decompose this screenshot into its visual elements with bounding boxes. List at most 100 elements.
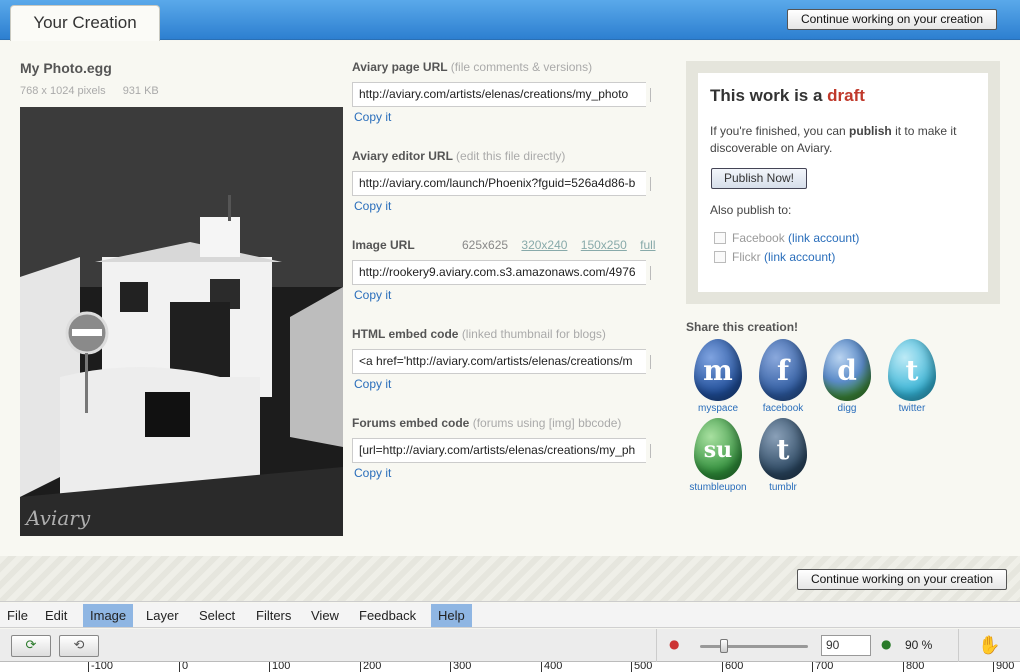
menu-layer[interactable]: Layer xyxy=(139,604,186,627)
ruler-tick: 400 xyxy=(541,662,562,672)
draft-description: If you're finished, you can publish it t… xyxy=(710,123,980,157)
html-embed-field-edge xyxy=(650,355,651,369)
menu-file[interactable]: File xyxy=(0,604,35,627)
facebook-publish-checkbox[interactable] xyxy=(714,232,726,244)
forums-embed-field-edge xyxy=(650,444,651,458)
draft-panel: This work is a draft If you're finished,… xyxy=(686,61,1000,304)
zoom-slider[interactable] xyxy=(700,639,808,653)
ruler-tick: 900 xyxy=(993,662,1014,672)
page-url-label-text: Aviary page URL xyxy=(352,60,448,74)
file-meta: 768 x 1024 pixels 931 KB xyxy=(20,85,159,97)
share-tumblr[interactable]: t tumblr xyxy=(751,418,815,493)
zoom-in-icon[interactable]: ● xyxy=(881,637,891,651)
zoom-out-icon[interactable]: ● xyxy=(669,637,679,651)
image-size-320x240-link[interactable]: 320x240 xyxy=(521,238,567,252)
photo-illustration xyxy=(20,107,343,536)
image-size-options: 625x625 320x240 150x250 full xyxy=(462,238,656,252)
flickr-publish-checkbox[interactable] xyxy=(714,251,726,263)
html-embed-label-text: HTML embed code xyxy=(352,327,459,341)
share-stumbleupon-label: stumbleupon xyxy=(689,482,747,493)
menu-help[interactable]: Help xyxy=(431,604,472,627)
tab-your-creation[interactable]: Your Creation xyxy=(10,5,160,41)
facebook-icon: f xyxy=(759,339,807,401)
share-twitter[interactable]: t twitter xyxy=(880,339,944,414)
menu-view[interactable]: View xyxy=(304,604,346,627)
image-size-full-link[interactable]: full xyxy=(640,238,655,252)
publish-flickr-row: Flickr (link account) xyxy=(714,250,835,264)
flickr-link-account[interactable]: (link account) xyxy=(764,250,835,264)
image-size-150x250-link[interactable]: 150x250 xyxy=(581,238,627,252)
zoom-percent-label: 90 % xyxy=(905,638,933,652)
horizontal-ruler: -100 0 100 200 300 400 500 600 700 800 900 xyxy=(0,662,1020,672)
menu-image[interactable]: Image xyxy=(83,604,134,627)
menu-filters[interactable]: Filters xyxy=(249,604,298,627)
share-twitter-label: twitter xyxy=(898,403,926,414)
publish-now-button[interactable]: Publish Now! xyxy=(711,168,807,189)
forums-embed-label-text: Forums embed code xyxy=(352,416,470,430)
page-url-label: Aviary page URL (file comments & version… xyxy=(352,60,592,74)
image-url-field-edge xyxy=(650,266,651,280)
ruler-tick: 500 xyxy=(631,662,652,672)
html-embed-hint: (linked thumbnail for blogs) xyxy=(461,327,606,341)
continue-working-button-bottom[interactable]: Continue working on your creation xyxy=(797,569,1007,590)
share-myspace[interactable]: m myspace xyxy=(686,339,750,414)
editor-toolbar: ⟳ ⟲ ● 90 ● 90 % ✋ xyxy=(0,629,1020,662)
image-url-label: Image URL xyxy=(352,238,415,252)
copy-page-url-link[interactable]: Copy it xyxy=(354,110,391,124)
editor-url-label: Aviary editor URL (edit this file direct… xyxy=(352,149,565,163)
top-bar: Your Creation Continue working on your c… xyxy=(0,0,1020,41)
redo-icon[interactable]: ⟳ xyxy=(11,635,51,657)
copy-html-embed-link[interactable]: Copy it xyxy=(354,377,391,391)
ruler-tick: -100 xyxy=(88,662,113,672)
share-facebook-label: facebook xyxy=(762,403,804,414)
share-stumbleupon[interactable]: su stumbleupon xyxy=(686,418,750,493)
image-url-field[interactable]: http://rookery9.aviary.com.s3.amazonaws.… xyxy=(352,260,646,285)
zoom-controls: ● 90 ● 90 % xyxy=(656,629,956,662)
undo-icon[interactable]: ⟲ xyxy=(59,635,99,657)
copy-forums-embed-link[interactable]: Copy it xyxy=(354,466,391,480)
zoom-level-input[interactable]: 90 xyxy=(821,635,871,656)
digg-icon: d xyxy=(823,339,871,401)
share-digg-label: digg xyxy=(837,403,857,414)
editor-url-hint: (edit this file directly) xyxy=(456,149,566,163)
file-size: 931 KB xyxy=(122,85,159,97)
also-publish-label: Also publish to: xyxy=(710,203,792,217)
ruler-tick: 200 xyxy=(360,662,381,672)
share-tumblr-label: tumblr xyxy=(769,482,797,493)
ruler-tick: 100 xyxy=(269,662,290,672)
continue-working-button-top[interactable]: Continue working on your creation xyxy=(787,9,997,30)
ruler-tick: 0 xyxy=(179,662,188,672)
menu-select[interactable]: Select xyxy=(192,604,242,627)
ruler-tick: 800 xyxy=(903,662,924,672)
html-embed-field[interactable]: <a href='http://aviary.com/artists/elena… xyxy=(352,349,646,374)
editor-url-label-text: Aviary editor URL xyxy=(352,149,453,163)
forums-embed-label: Forums embed code (forums using [img] bb… xyxy=(352,416,621,430)
stumbleupon-icon: su xyxy=(694,418,742,480)
file-title: My Photo.egg xyxy=(20,60,112,76)
twitter-icon: t xyxy=(888,339,936,401)
ruler-tick: 700 xyxy=(812,662,833,672)
page-url-field[interactable]: http://aviary.com/artists/elenas/creatio… xyxy=(352,82,646,107)
draft-text-before: If you're finished, you can xyxy=(710,124,846,138)
copy-image-url-link[interactable]: Copy it xyxy=(354,288,391,302)
menu-edit[interactable]: Edit xyxy=(38,604,74,627)
forums-embed-field[interactable]: [url=http://aviary.com/artists/elenas/cr… xyxy=(352,438,646,463)
forums-embed-hint: (forums using [img] bbcode) xyxy=(472,416,622,430)
facebook-link-account[interactable]: (link account) xyxy=(788,231,859,245)
ruler-tick: 300 xyxy=(450,662,471,672)
share-myspace-label: myspace xyxy=(697,403,738,414)
zoom-slider-knob[interactable] xyxy=(720,639,728,653)
myspace-icon: m xyxy=(694,339,742,401)
facebook-service-label: Facebook xyxy=(732,231,785,245)
file-dimensions: 768 x 1024 pixels xyxy=(20,85,106,97)
share-digg[interactable]: d digg xyxy=(815,339,879,414)
hand-tool-icon[interactable]: ✋ xyxy=(958,629,1020,662)
editor-url-field[interactable]: http://aviary.com/launch/Phoenix?fguid=5… xyxy=(352,171,646,196)
menu-feedback[interactable]: Feedback xyxy=(352,604,423,627)
share-facebook[interactable]: f facebook xyxy=(751,339,815,414)
html-embed-label: HTML embed code (linked thumbnail for bl… xyxy=(352,327,606,341)
copy-editor-url-link[interactable]: Copy it xyxy=(354,199,391,213)
draft-panel-inner: This work is a draft If you're finished,… xyxy=(698,73,988,292)
image-size-current: 625x625 xyxy=(462,238,509,252)
photo-preview: Aviary xyxy=(20,107,343,536)
